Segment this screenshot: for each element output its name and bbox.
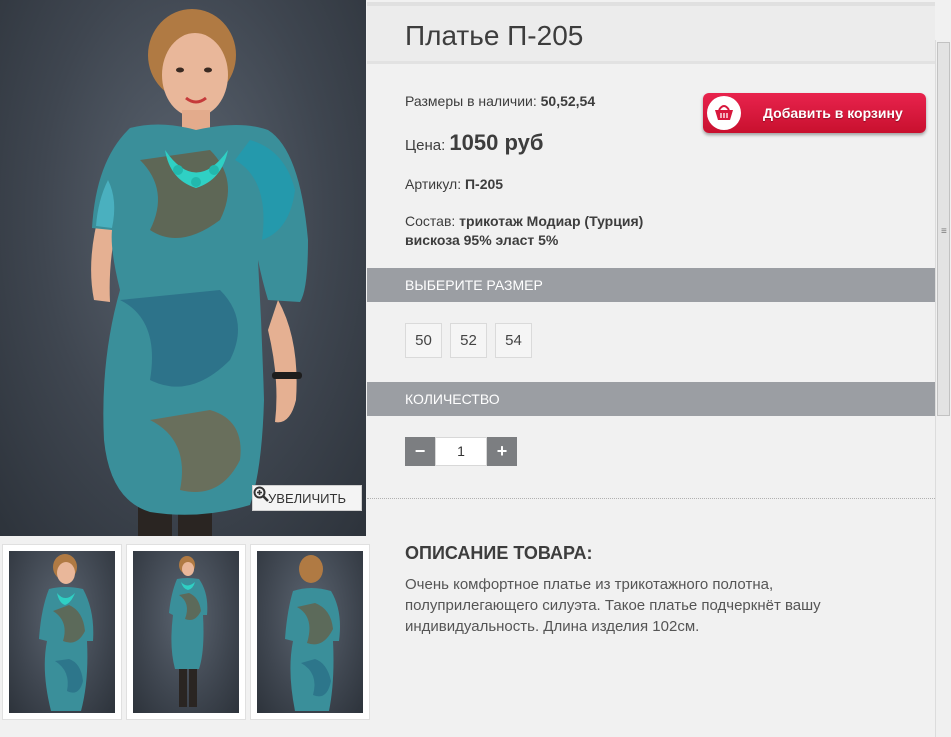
quantity-section-header: КОЛИЧЕСТВО: [367, 382, 935, 416]
article-label: Артикул:: [405, 176, 462, 192]
product-title-bar: Платье П-205: [367, 2, 935, 64]
quantity-stepper: − 1 +: [405, 437, 517, 466]
thumbnail-strip: [0, 544, 370, 724]
thumbnail-back[interactable]: [250, 544, 370, 720]
article: Артикул: П-205: [405, 176, 503, 192]
price-value: 1050 руб: [449, 130, 544, 155]
size-option-52[interactable]: 52: [450, 323, 487, 358]
sizes-label: Размеры в наличии:: [405, 93, 537, 109]
thumbnail-image: [257, 551, 363, 713]
size-section-header: ВЫБЕРИТЕ РАЗМЕР: [367, 268, 935, 302]
quantity-section-title: КОЛИЧЕСТВО: [405, 391, 500, 407]
zoom-in-icon: [253, 486, 269, 502]
sizes-value: 50,52,54: [540, 93, 596, 109]
price: Цена: 1050 руб: [405, 130, 543, 156]
zoom-button-label: УВЕЛИЧИТЬ: [268, 490, 346, 506]
description-title: ОПИСАНИЕ ТОВАРА:: [405, 543, 593, 563]
article-value: П-205: [464, 176, 504, 192]
size-option-54[interactable]: 54: [495, 323, 532, 358]
zoom-button[interactable]: УВЕЛИЧИТЬ: [252, 485, 362, 511]
sizes-available: Размеры в наличии: 50,52,54: [405, 93, 595, 109]
thumbnail-image: [133, 551, 239, 713]
composition-line2: вискоза 95% эласт 5%: [405, 232, 559, 248]
dress-model-image: [91, 9, 308, 536]
thumbnail-image: [9, 551, 115, 713]
quantity-input[interactable]: 1: [435, 437, 487, 466]
description-text: Очень комфортное платье из трикотажного …: [405, 576, 821, 635]
size-section-title: ВЫБЕРИТЕ РАЗМЕР: [405, 277, 543, 293]
composition: Состав: трикотаж Модиар (Турция) вискоза…: [405, 212, 643, 250]
page-scrollbar[interactable]: ≡: [935, 40, 951, 737]
section-divider: [367, 498, 935, 499]
basket-icon: [707, 96, 741, 130]
quantity-increase-button[interactable]: +: [487, 437, 517, 466]
size-option-50[interactable]: 50: [405, 323, 442, 358]
composition-label: Состав:: [405, 213, 456, 229]
price-label: Цена:: [405, 137, 446, 154]
composition-line1: трикотаж Модиар (Турция): [459, 213, 644, 229]
scroll-grip-icon: ≡: [941, 226, 947, 237]
thumbnail-front[interactable]: [2, 544, 122, 720]
product-title: Платье П-205: [405, 20, 584, 51]
quantity-decrease-button[interactable]: −: [405, 437, 435, 466]
scrollbar-thumb[interactable]: ≡: [937, 42, 950, 416]
main-product-photo[interactable]: УВЕЛИЧИТЬ: [0, 0, 366, 536]
add-to-cart-label: Добавить в корзину: [763, 105, 903, 121]
add-to-cart-button[interactable]: Добавить в корзину: [703, 93, 926, 133]
thumbnail-full[interactable]: [126, 544, 246, 720]
